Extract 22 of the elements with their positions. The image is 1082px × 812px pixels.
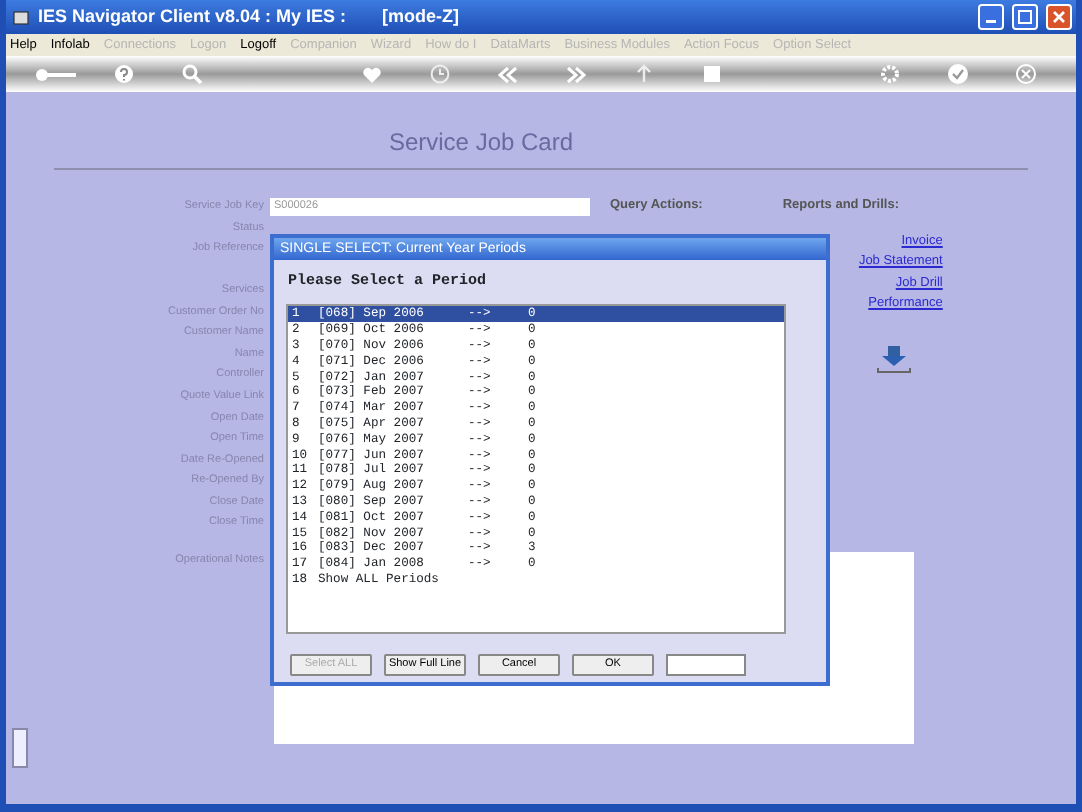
- key-icon[interactable]: [34, 65, 78, 83]
- close-button[interactable]: [1046, 4, 1072, 30]
- search-icon[interactable]: [182, 64, 202, 84]
- clock-icon[interactable]: [429, 64, 449, 84]
- double-left-icon[interactable]: [497, 65, 517, 83]
- window-title: IES Navigator Client v8.04 : My IES :: [38, 3, 347, 30]
- heart-icon[interactable]: [361, 65, 381, 83]
- maximize-button[interactable]: [1012, 4, 1038, 30]
- square-icon[interactable]: [703, 66, 719, 82]
- check-icon[interactable]: [948, 64, 968, 84]
- up-arrow-icon[interactable]: [635, 64, 651, 84]
- close-icon[interactable]: [1016, 64, 1036, 84]
- double-right-icon[interactable]: [565, 65, 585, 83]
- close-icon: [1052, 10, 1066, 24]
- minimize-icon: [986, 20, 996, 23]
- help-icon[interactable]: [114, 64, 134, 84]
- side-tab[interactable]: [12, 728, 28, 768]
- maximize-icon: [1018, 10, 1032, 24]
- form-heading: Service Job Card: [386, 126, 576, 154]
- mode-label: [mode-Z]: [382, 3, 460, 30]
- input-field[interactable]: [666, 654, 746, 677]
- minimize-button[interactable]: [978, 4, 1004, 30]
